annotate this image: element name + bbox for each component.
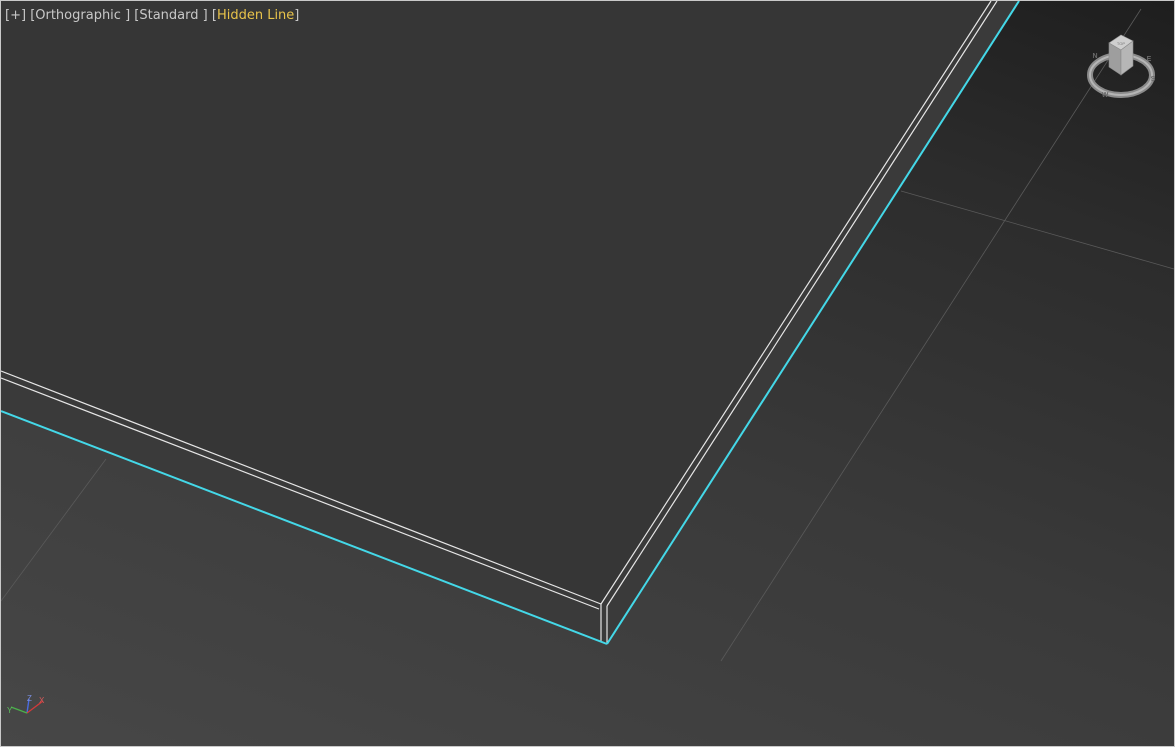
compass-e[interactable]: E: [1147, 56, 1152, 63]
viewport-mode-menu[interactable]: [Standard ]: [134, 8, 207, 23]
shading-bracket-close: ]: [294, 8, 300, 23]
viewport-plus-menu[interactable]: [+]: [5, 8, 26, 23]
viewport-label-menu: [+] [Orthographic ] [Standard ] [Hidden …: [5, 8, 299, 23]
viewcube-top-label: TOP: [1117, 41, 1125, 46]
axis-tripod: Z X Y: [7, 694, 45, 715]
viewport-projection-menu[interactable]: [Orthographic ]: [30, 8, 130, 23]
axis-y-label: Y: [7, 706, 13, 715]
viewport-shading-menu[interactable]: [Hidden Line]: [212, 8, 300, 23]
grid-line: [900, 190, 1174, 270]
perspective-viewport[interactable]: [+] [Orthographic ] [Standard ] [Hidden …: [0, 0, 1175, 747]
compass-w[interactable]: W: [1102, 92, 1109, 99]
viewcube[interactable]: TOP N E S W: [1087, 31, 1159, 101]
grid-line: [1, 458, 107, 602]
slab-top-face: [1, 1, 991, 604]
shading-mode-label: Hidden Line: [216, 8, 295, 23]
viewcube-cube[interactable]: TOP: [1108, 34, 1134, 76]
axis-z-label: Z: [27, 694, 32, 703]
axis-x-label: X: [39, 696, 45, 705]
compass-n[interactable]: N: [1092, 53, 1097, 60]
compass-s[interactable]: S: [1151, 76, 1156, 83]
axis-y-line: [10, 706, 28, 714]
slab-object[interactable]: [1, 1, 1020, 645]
scene-canvas[interactable]: [1, 1, 1174, 746]
